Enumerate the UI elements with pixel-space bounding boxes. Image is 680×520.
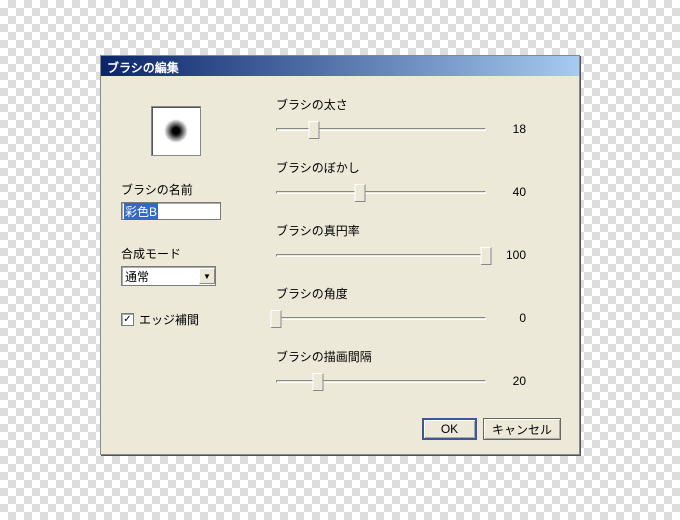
brush-name-value: 彩色B bbox=[124, 203, 158, 220]
brush-preview-dot bbox=[164, 119, 188, 143]
brush-edit-dialog: ブラシの編集 ブラシの名前 彩色B 合成モード 通常 ▼ bbox=[100, 55, 580, 455]
edge-interp-label: エッジ補間 bbox=[139, 311, 199, 328]
brush-name-label: ブラシの名前 bbox=[121, 181, 251, 198]
thickness-value: 18 bbox=[496, 122, 526, 136]
dialog-titlebar[interactable]: ブラシの編集 bbox=[101, 56, 579, 76]
roundness-value: 100 bbox=[496, 248, 526, 262]
slider-thumb[interactable] bbox=[308, 121, 319, 139]
slider-thumb[interactable] bbox=[355, 184, 366, 202]
blur-label: ブラシのぼかし bbox=[276, 159, 559, 176]
blend-mode-value: 通常 bbox=[125, 268, 149, 285]
roundness-slider[interactable] bbox=[276, 245, 486, 265]
angle-slider[interactable] bbox=[276, 308, 486, 328]
angle-label: ブラシの角度 bbox=[276, 285, 559, 302]
brush-preview bbox=[151, 106, 201, 156]
blend-mode-select[interactable]: 通常 ▼ bbox=[121, 266, 216, 286]
slider-track bbox=[276, 254, 486, 257]
blur-value: 40 bbox=[496, 185, 526, 199]
thickness-slider[interactable] bbox=[276, 119, 486, 139]
chevron-down-icon[interactable]: ▼ bbox=[199, 268, 215, 284]
check-icon: ✓ bbox=[123, 315, 131, 325]
interval-slider[interactable] bbox=[276, 371, 486, 391]
dialog-title: ブラシの編集 bbox=[107, 61, 179, 75]
angle-value: 0 bbox=[496, 311, 526, 325]
slider-thumb[interactable] bbox=[313, 373, 324, 391]
blur-slider[interactable] bbox=[276, 182, 486, 202]
slider-thumb[interactable] bbox=[271, 310, 282, 328]
slider-track bbox=[276, 191, 486, 194]
cancel-button[interactable]: キャンセル bbox=[483, 418, 561, 440]
roundness-label: ブラシの真円率 bbox=[276, 222, 559, 239]
edge-interp-checkbox[interactable]: ✓ bbox=[121, 313, 134, 326]
interval-value: 20 bbox=[496, 374, 526, 388]
ok-button[interactable]: OK bbox=[422, 418, 477, 440]
blend-mode-label: 合成モード bbox=[121, 245, 251, 262]
slider-track bbox=[276, 380, 486, 383]
interval-label: ブラシの描画間隔 bbox=[276, 348, 559, 365]
slider-track bbox=[276, 317, 486, 320]
thickness-label: ブラシの太さ bbox=[276, 96, 559, 113]
brush-name-input[interactable]: 彩色B bbox=[121, 202, 221, 220]
slider-thumb[interactable] bbox=[481, 247, 492, 265]
